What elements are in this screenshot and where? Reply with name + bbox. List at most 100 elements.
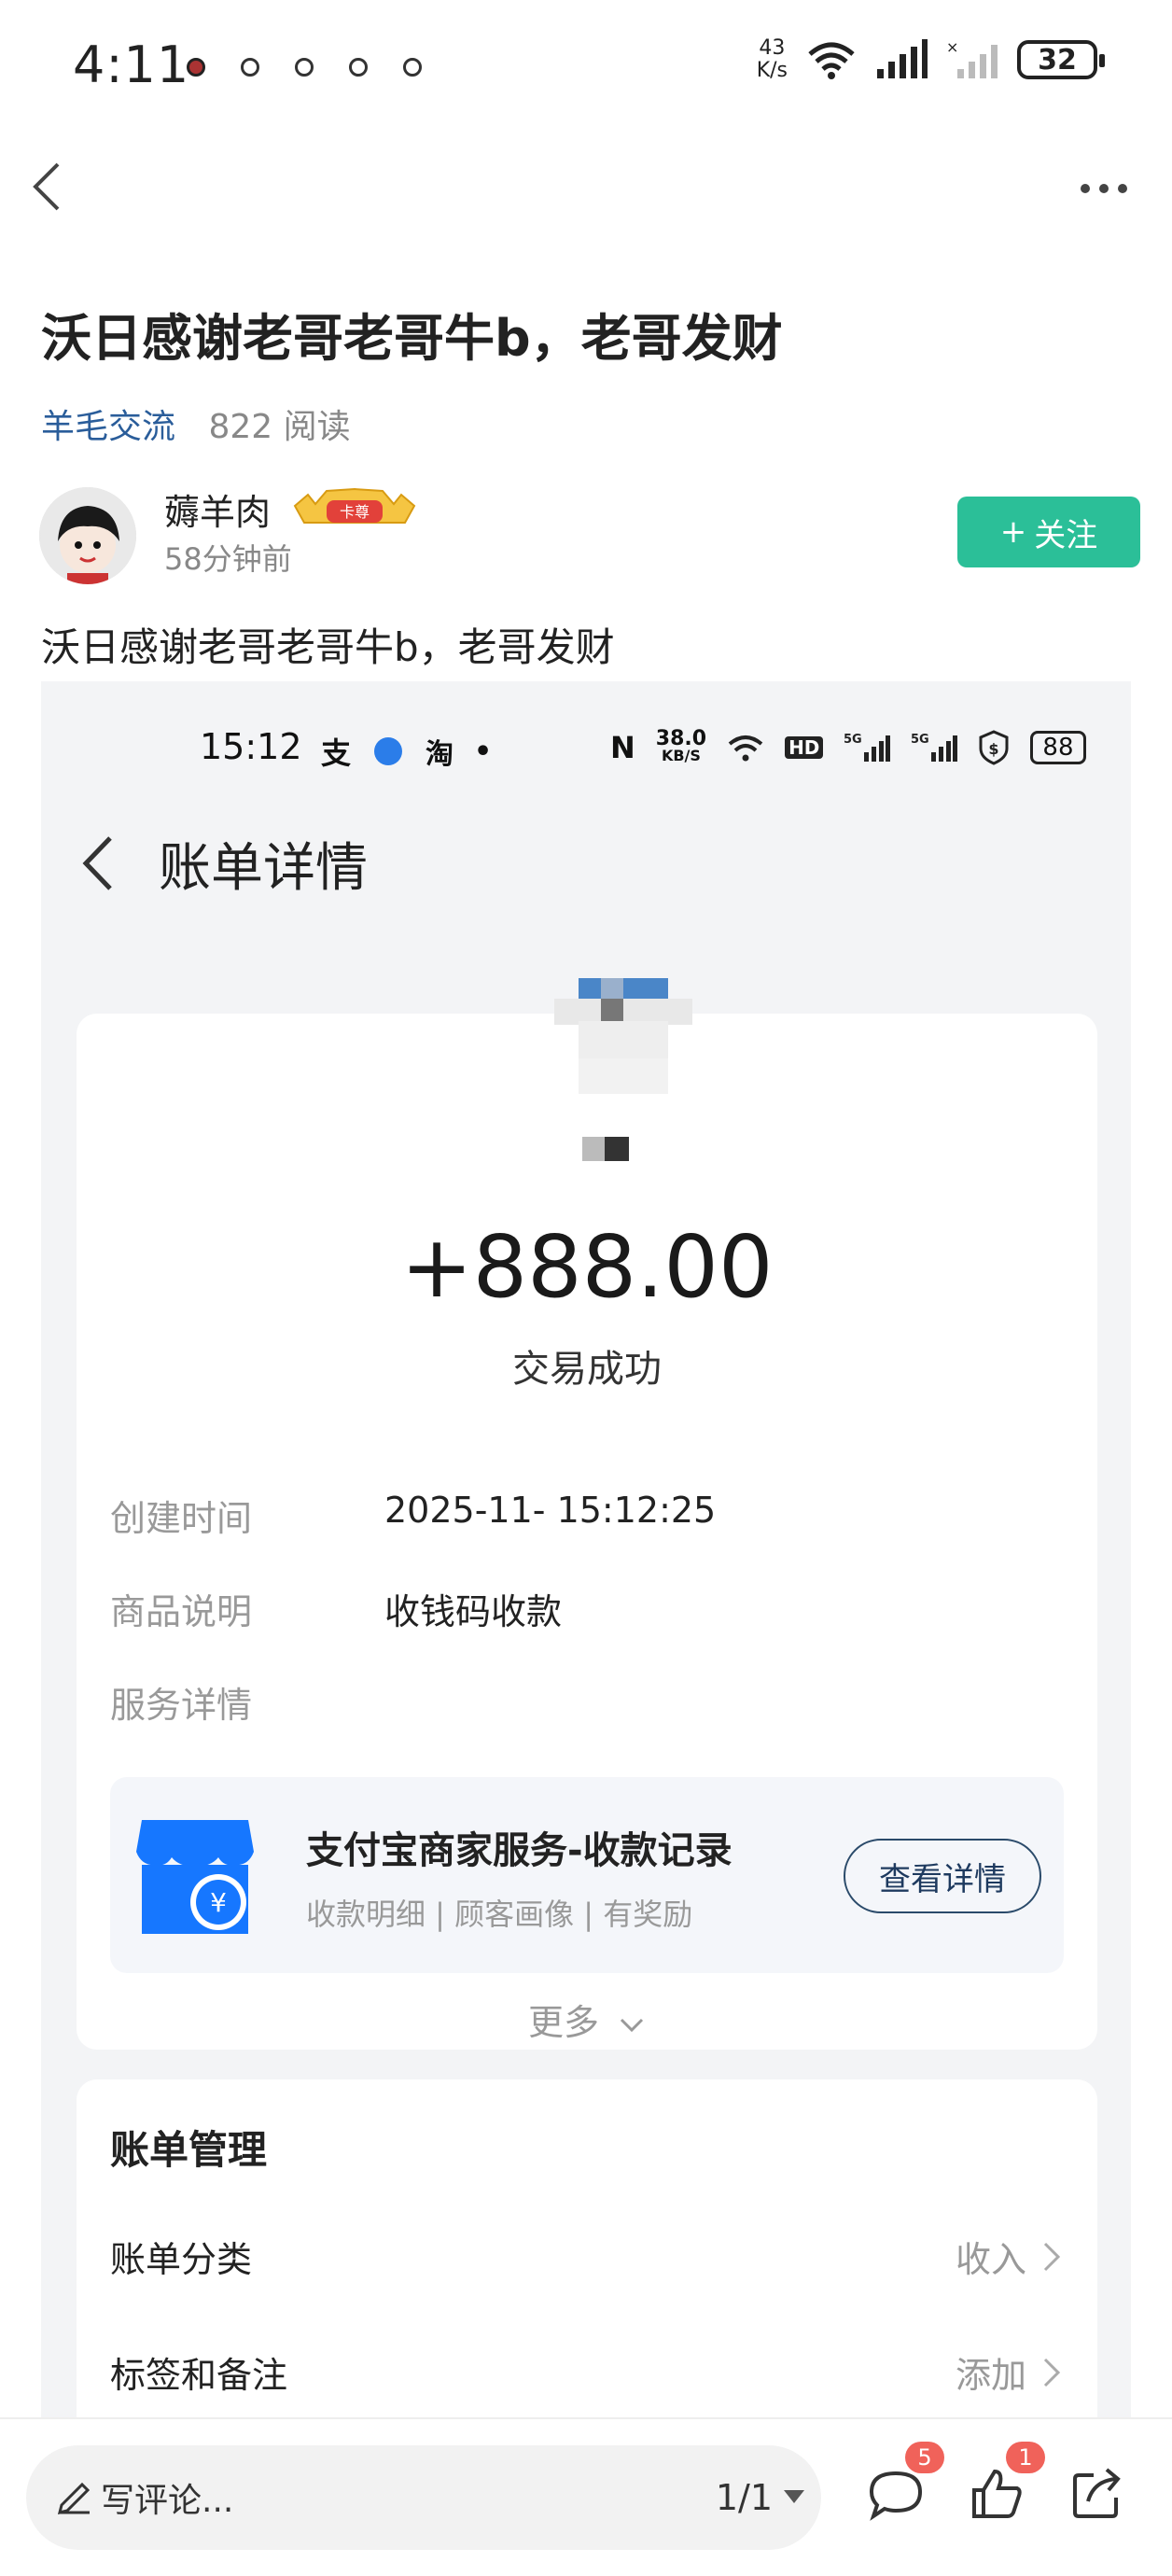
back-icon [82, 836, 112, 890]
notification-icon [241, 58, 259, 77]
signal-off-icon: × [946, 39, 998, 78]
back-icon[interactable] [21, 159, 77, 215]
svg-text:$: $ [989, 740, 999, 758]
management-title: 账单管理 [110, 2127, 268, 2173]
comment-count-badge: 5 [905, 2442, 944, 2473]
follow-label: 关注 [1034, 516, 1098, 554]
service-title: 支付宝商家服务-收款记录 [306, 1829, 732, 1872]
bill-detail-card: +888.00 交易成功 创建时间 2025-11- 15:12:25 商品说明… [77, 978, 1097, 2050]
row-value: 收入 [955, 2239, 1026, 2280]
like-button[interactable]: 1 [967, 2442, 1045, 2524]
store-icon: ¥ [136, 1820, 254, 1934]
signal-icon [877, 39, 928, 78]
status-right: 43 K/s × 32 [756, 36, 1105, 82]
top-nav [0, 149, 1172, 224]
notification-icon [187, 58, 205, 77]
bill-management-card: 账单管理 账单分类 收入 标签和备注 添加 [77, 2079, 1097, 2417]
post-meta: 羊毛交流 822 阅读 [41, 399, 351, 448]
merchant-name-blurred [582, 1137, 629, 1161]
row-label: 服务详情 [110, 1685, 253, 1726]
notification-icon [403, 58, 422, 77]
image-status-right: N 38.0 KB/S HD 5G 5G $ 88 [610, 727, 1086, 765]
wifi-icon [728, 735, 763, 762]
signal-5g-icon: 5G [911, 733, 958, 762]
view-details-button: 查看详情 [844, 1839, 1041, 1913]
row-label: 账单分类 [110, 2239, 253, 2280]
follow-button[interactable]: + 关注 [957, 497, 1140, 567]
network-speed: 43 K/s [756, 36, 788, 82]
hd-icon: HD [785, 736, 824, 759]
service-subtitle: 收款明细 | 顾客画像 | 有奖励 [306, 1897, 693, 1932]
signal-5g-icon: 5G [844, 733, 891, 762]
page-indicator[interactable]: 1/1 [716, 2477, 773, 2518]
comment-placeholder: 写评论... [101, 2482, 234, 2520]
post-image[interactable]: 15:12 支 淘 • N 38.0 KB/S HD 5G 5G $ 88 账单… [41, 681, 1131, 2417]
alipay-icon: 支 [321, 735, 352, 771]
row-value: 收钱码收款 [384, 1591, 563, 1632]
management-row-category: 账单分类 收入 [110, 2231, 1064, 2287]
row-value: 添加 [955, 2355, 1026, 2396]
nfc-icon: N [610, 730, 635, 765]
row-label: 标签和备注 [110, 2355, 288, 2396]
author-row: 薅羊肉 卡尊 58分钟前 + 关注 [39, 483, 1140, 586]
chevron-down-icon [620, 2018, 644, 2033]
avatar-image [39, 487, 136, 584]
image-page-title: 账单详情 [159, 837, 368, 899]
share-icon [1073, 2468, 1121, 2518]
chevron-right-icon [1043, 2242, 1061, 2272]
merchant-avatar-blurred [554, 978, 692, 1094]
read-count: 822 阅读 [208, 408, 351, 446]
svg-text:5G: 5G [911, 733, 929, 747]
notification-icons [187, 58, 422, 77]
row-label: 创建时间 [110, 1498, 253, 1539]
author-name[interactable]: 薅羊肉 [164, 483, 271, 535]
vip-badge: 卡尊 [289, 487, 420, 528]
row-label: 商品说明 [110, 1591, 253, 1632]
dot-icon [1081, 184, 1090, 193]
notification-icon [349, 58, 368, 77]
shield-icon: $ [979, 730, 1009, 765]
status-time: 4:11 [73, 35, 190, 94]
category-link[interactable]: 羊毛交流 [41, 408, 175, 446]
status-bar: 4:11 43 K/s × 32 [0, 0, 1172, 131]
avatar[interactable] [39, 487, 136, 584]
svg-text:×: × [946, 39, 958, 56]
amount: +888.00 [400, 1217, 774, 1317]
share-button[interactable] [1067, 2464, 1127, 2524]
trade-status: 交易成功 [512, 1348, 662, 1391]
wifi-icon [808, 42, 855, 79]
app-icon [374, 737, 403, 765]
crown-badge-icon: 卡尊 [293, 487, 416, 524]
management-row-tags: 标签和备注 添加 [110, 2346, 1064, 2402]
image-status-time: 15:12 [200, 726, 302, 767]
battery-icon: 88 [1030, 731, 1086, 764]
plus-icon: + [999, 513, 1027, 551]
pencil-icon [57, 2482, 91, 2514]
more-link: 更多 [77, 1994, 1097, 2045]
image-status-bar: 15:12 支 淘 • N 38.0 KB/S HD 5G 5G $ 88 [200, 726, 1086, 773]
dot-icon [1118, 184, 1127, 193]
notification-icon [295, 58, 314, 77]
row-value: 2025-11- 15:12:25 [384, 1490, 717, 1531]
chevron-right-icon [1043, 2358, 1061, 2387]
comments-button[interactable]: 5 [866, 2442, 944, 2524]
comment-input[interactable]: 写评论... 1/1 [26, 2445, 821, 2550]
post-time: 58分钟前 [164, 541, 292, 577]
caret-down-icon[interactable] [784, 2490, 804, 2503]
svg-text:¥: ¥ [210, 1887, 227, 1918]
image-status-icons: 支 淘 • [321, 730, 492, 773]
dot-icon [1099, 184, 1109, 193]
merchant-service-card: ¥ 支付宝商家服务-收款记录 收款明细 | 顾客画像 | 有奖励 查看详情 [110, 1777, 1064, 1973]
image-nav: 账单详情 [75, 821, 368, 905]
battery-icon: 32 [1017, 40, 1105, 79]
badge-text: 卡尊 [340, 503, 370, 521]
like-count-badge: 1 [1006, 2442, 1045, 2473]
taobao-icon: 淘 [426, 738, 454, 771]
svg-text:5G: 5G [844, 733, 862, 747]
post-body: 沃日感谢老哥老哥牛b，老哥发财 [41, 624, 615, 670]
more-options-button[interactable] [1071, 170, 1137, 207]
image-net-speed: 38.0 KB/S [655, 727, 707, 764]
bottom-bar: 写评论... 1/1 5 1 [0, 2417, 1172, 2576]
post-title: 沃日感谢老哥老哥牛b，老哥发财 [41, 309, 783, 368]
dot-icon: • [474, 735, 493, 768]
